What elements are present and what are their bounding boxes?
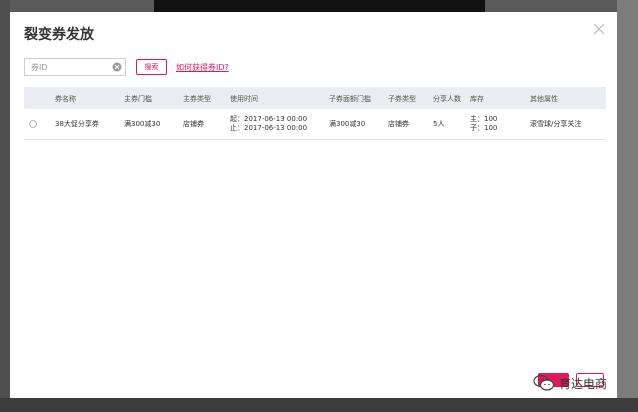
col-header-stock: 库存	[470, 95, 484, 103]
row-select-radio[interactable]	[29, 120, 37, 128]
col-header-share-count: 分享人数	[433, 95, 461, 103]
cell-name: 38大促分享券	[55, 120, 99, 128]
col-header-sub-threshold: 子券面额门槛	[329, 95, 371, 103]
wechat-icon	[533, 374, 555, 391]
cell-other: 滚雪球/分享关注	[530, 120, 582, 128]
col-header-time: 使用时间	[230, 95, 258, 103]
coupon-id-search-box	[24, 58, 126, 76]
table-row[interactable]: 38大促分享券 满300减30 店铺券 起：2017-06-13 00:00 止…	[24, 109, 606, 140]
col-header-main-type: 主券类型	[183, 95, 211, 103]
background-right-panel	[617, 0, 638, 412]
how-to-get-coupon-id-link[interactable]: 如何获得券ID?	[176, 62, 229, 73]
search-button[interactable]: 搜索	[136, 59, 167, 75]
col-header-name: 券名称	[55, 95, 76, 103]
cell-sub-type: 店铺券	[388, 120, 409, 128]
cell-time-end: 止：2017-06-13 00:00	[230, 124, 308, 132]
background-top-bar	[154, 0, 485, 12]
cell-main-type: 店铺券	[183, 120, 204, 128]
cell-stock-sub: 子：100	[470, 124, 498, 132]
coupon-id-input[interactable]	[25, 59, 117, 75]
close-icon[interactable]	[592, 22, 606, 36]
clear-icon[interactable]	[112, 62, 122, 72]
col-header-main-threshold: 主券门槛	[124, 95, 152, 103]
cell-main-threshold: 满300减30	[124, 120, 161, 128]
coupon-issue-dialog: 裂变券发放 搜索 如何获得券ID? 券名称 主券门槛 主券类型 使用时间 子券面…	[10, 12, 617, 398]
background-bottom-strip	[0, 398, 638, 412]
background-left-panel	[0, 0, 10, 412]
watermark-text: 育达电商	[559, 376, 608, 391]
cell-time-start: 起：2017-06-13 00:00	[230, 115, 308, 123]
col-header-sub-type: 子券类型	[388, 95, 416, 103]
cell-sub-threshold: 满300减30	[329, 120, 366, 128]
cell-share-count: 5人	[433, 120, 445, 128]
watermark: 育达电商	[533, 372, 607, 394]
table-header: 券名称 主券门槛 主券类型 使用时间 子券面额门槛 子券类型 分享人数 库存 其…	[24, 87, 606, 109]
col-header-other: 其他属性	[530, 95, 558, 103]
cell-stock-main: 主：100	[470, 115, 498, 123]
dialog-title: 裂变券发放	[24, 27, 94, 43]
